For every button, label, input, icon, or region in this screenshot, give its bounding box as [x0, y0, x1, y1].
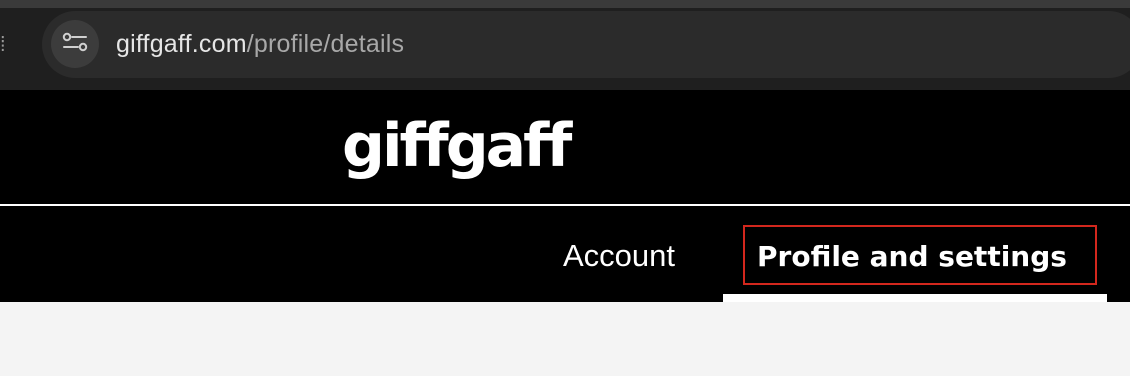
main-nav: Account Profile and settings: [0, 206, 1130, 302]
address-bar[interactable]: giffgaff.com/profile/details: [42, 11, 1130, 78]
url-path: /profile/details: [246, 30, 405, 58]
url-text[interactable]: giffgaff.com/profile/details: [116, 11, 404, 78]
url-host: giffgaff.com: [116, 30, 247, 58]
active-tab-underline: [723, 294, 1107, 302]
site-header: giffgaff Account Profile and settings: [0, 90, 1130, 302]
tab-edge: ⁞: [0, 34, 6, 56]
nav-item-profile-and-settings[interactable]: Profile and settings: [723, 206, 1107, 302]
browser-toolbar: ⁞ giffgaff.com/profile/details: [0, 0, 1130, 90]
tune-icon: [62, 32, 88, 57]
site-info-button[interactable]: [51, 20, 99, 68]
giffgaff-logo[interactable]: giffgaff: [342, 106, 572, 186]
nav-item-account[interactable]: Account: [563, 206, 675, 302]
highlight-box: Profile and settings: [743, 225, 1097, 285]
nav-item-profile-label: Profile and settings: [757, 240, 1067, 273]
page-content: [0, 302, 1130, 376]
